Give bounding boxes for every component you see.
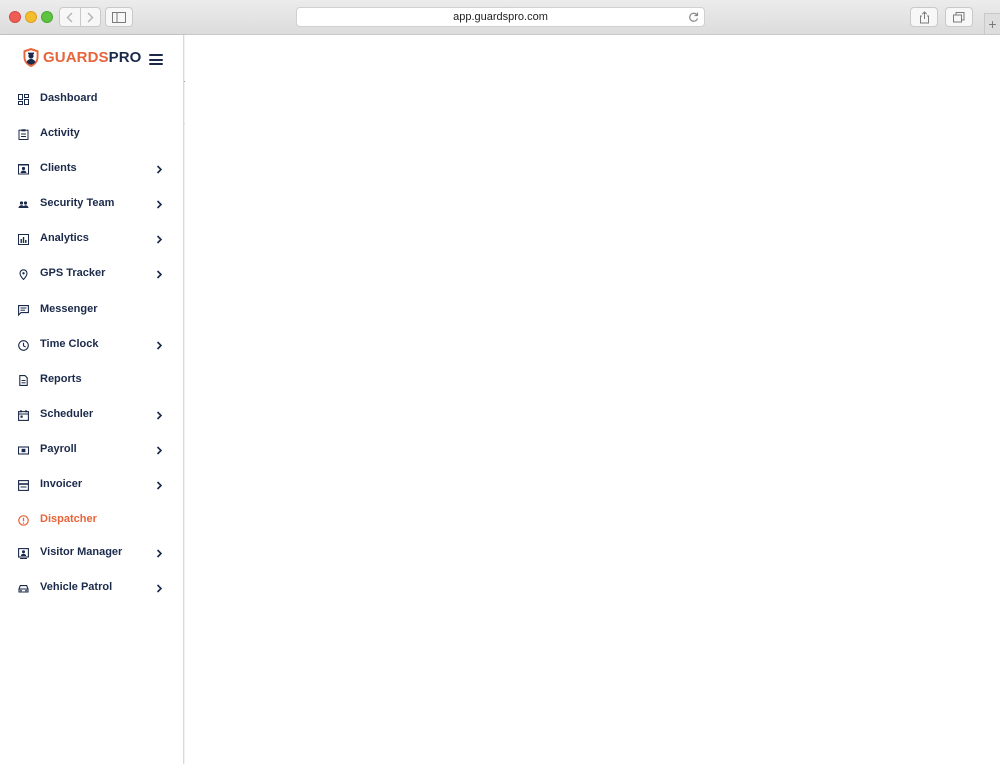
main-content-area: [185, 36, 1000, 764]
menu-toggle-button[interactable]: [149, 54, 163, 65]
sidebar-toggle-button[interactable]: [105, 7, 133, 27]
sidebar-item-visitor-manager[interactable]: Visitor Manager: [0, 538, 184, 568]
sidebar-item-activity[interactable]: Activity: [0, 119, 184, 149]
chevron-right-icon: [156, 270, 163, 279]
chevron-right-icon: [156, 549, 163, 558]
sidebar-item-payroll[interactable]: Payroll: [0, 435, 184, 465]
clipboard-icon: [18, 129, 29, 140]
minimize-window-button[interactable]: [25, 11, 37, 23]
chat-icon: [18, 305, 29, 316]
chevron-right-icon: [156, 584, 163, 593]
sidebar-item-gps-tracker[interactable]: GPS Tracker: [0, 259, 184, 289]
sidebar-item-label: Analytics: [40, 232, 89, 244]
chevron-right-icon: [156, 341, 163, 350]
sidebar-item-label: Dashboard: [40, 92, 98, 104]
car-icon: [18, 583, 29, 594]
sidebar-item-scheduler[interactable]: Scheduler: [0, 400, 184, 430]
sidebar-item-label: Payroll: [40, 443, 77, 455]
shield-guard-icon: [23, 48, 39, 67]
sidebar-item-label: Security Team: [40, 197, 115, 209]
chevron-right-icon: [156, 165, 163, 174]
sidebar-item-vehicle-patrol[interactable]: Vehicle Patrol: [0, 573, 184, 603]
brand-logo[interactable]: GUARDSPRO: [22, 47, 141, 68]
people-icon: [18, 199, 29, 210]
sidebar-item-messenger[interactable]: Messenger: [0, 295, 184, 325]
sidebar-item-label: Messenger: [40, 303, 98, 315]
sidebar-item-label: Scheduler: [40, 408, 94, 420]
close-window-button[interactable]: [9, 11, 21, 23]
map-pin-icon: [18, 269, 29, 280]
reload-icon[interactable]: [688, 11, 699, 23]
forward-button[interactable]: [79, 8, 101, 26]
share-button[interactable]: [910, 7, 938, 27]
invoice-icon: [18, 480, 29, 491]
sidebar-item-label: Activity: [40, 127, 80, 139]
clock-icon: [18, 340, 29, 351]
sidebar-icon: [112, 11, 126, 23]
bar-chart-icon: [18, 234, 29, 245]
calendar-icon: [18, 410, 29, 421]
brand-name-part1: GUARDS: [43, 49, 109, 66]
visitor-icon: [18, 548, 29, 559]
browser-toolbar: app.guardspro.com +: [0, 0, 1000, 35]
chevron-right-icon: [156, 200, 163, 209]
sidebar-item-label: Time Clock: [40, 338, 99, 350]
dashboard-icon: [18, 94, 29, 105]
tabs-icon: [953, 11, 965, 22]
tabs-overview-button[interactable]: [945, 7, 973, 27]
hamburger-icon: [149, 54, 163, 56]
sidebar-item-label: Visitor Manager: [40, 546, 123, 558]
address-bar[interactable]: app.guardspro.com: [296, 7, 705, 27]
document-icon: [18, 375, 29, 386]
money-icon: [18, 445, 29, 456]
plus-icon: +: [988, 16, 997, 32]
brand-name: GUARDSPRO: [43, 49, 141, 66]
chevron-right-icon: [156, 235, 163, 244]
share-icon: [919, 10, 929, 23]
chevron-right-icon: [156, 481, 163, 490]
sidebar-item-label: Vehicle Patrol: [40, 581, 113, 593]
sidebar-item-label: Dispatcher: [40, 513, 97, 525]
sidebar-item-dashboard[interactable]: Dashboard: [0, 84, 184, 114]
forward-arrow-icon: [87, 12, 94, 22]
sidebar-item-clients[interactable]: Clients: [0, 154, 184, 184]
sidebar-item-security-team[interactable]: Security Team: [0, 189, 184, 219]
alert-icon: [18, 515, 29, 526]
back-arrow-icon: [66, 12, 73, 22]
sidebar-item-dispatcher[interactable]: Dispatcher: [0, 505, 184, 535]
sidebar-item-time-clock[interactable]: Time Clock: [0, 330, 184, 360]
back-button[interactable]: [60, 8, 80, 26]
brand-name-part2: PRO: [108, 49, 142, 66]
zoom-window-button[interactable]: [41, 11, 53, 23]
new-tab-button[interactable]: +: [984, 13, 1000, 34]
sidebar-item-analytics[interactable]: Analytics: [0, 224, 184, 254]
sidebar-item-label: Invoicer: [40, 478, 83, 490]
contact-card-icon: [18, 164, 29, 175]
url-text: app.guardspro.com: [453, 11, 548, 23]
sidebar-item-label: Reports: [40, 373, 82, 385]
sidebar-item-label: Clients: [40, 162, 77, 174]
sidebar: GUARDSPRO Dashboard Activity Clients Sec…: [0, 35, 184, 764]
chevron-right-icon: [156, 411, 163, 420]
sidebar-item-invoicer[interactable]: Invoicer: [0, 470, 184, 500]
chevron-right-icon: [156, 446, 163, 455]
sidebar-item-label: GPS Tracker: [40, 267, 106, 279]
history-nav: [59, 7, 101, 27]
sidebar-item-reports[interactable]: Reports: [0, 365, 184, 395]
